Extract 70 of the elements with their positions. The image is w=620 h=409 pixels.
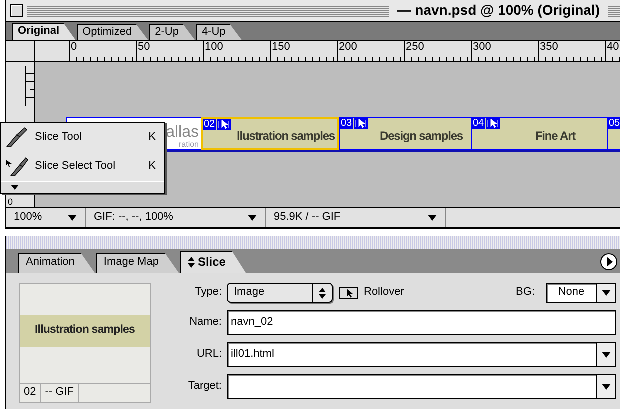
field-label: BG: xyxy=(516,286,536,300)
field-label: Target: xyxy=(187,380,223,394)
shortcut-label: K xyxy=(148,160,156,174)
ruler-label: 0 xyxy=(7,198,14,207)
target-field[interactable] xyxy=(227,374,616,399)
slice-number: 04 xyxy=(472,118,486,129)
window-title: — navn.psd @ 100% (Original) xyxy=(396,2,601,19)
rollover-icon xyxy=(486,118,500,129)
slice[interactable]: Design samples 03 xyxy=(339,117,471,150)
ruler-label: 50 xyxy=(138,41,150,53)
dropdown-arrow-icon xyxy=(428,214,437,220)
expand-arrow-icon[interactable] xyxy=(11,185,19,190)
dropdown-arrow-icon xyxy=(602,352,610,358)
slice[interactable]: 05 xyxy=(607,117,620,150)
rollover-icon xyxy=(339,287,358,299)
logo-text: allas xyxy=(166,125,199,141)
ruler-label: 100 xyxy=(205,41,224,53)
ruler-label: 0 xyxy=(71,41,78,53)
bg-select[interactable]: None xyxy=(546,283,616,303)
ruler-label: 200 xyxy=(339,41,358,53)
title-bar-stripes[interactable] xyxy=(608,4,620,16)
panel-tab[interactable]: Image Map xyxy=(96,253,179,273)
size-menu[interactable]: 95.9K / -- GIF xyxy=(266,208,446,227)
panel-tab[interactable]: Slice xyxy=(180,251,246,273)
slice-number: 02 xyxy=(203,119,216,130)
panel-menu-icon[interactable] xyxy=(600,253,618,271)
field-label: Name: xyxy=(188,316,223,330)
knife-icon xyxy=(5,126,29,148)
logo-tagline: ration xyxy=(178,141,199,149)
knife-arrow-icon xyxy=(5,156,29,178)
slice-label: Design samples xyxy=(380,128,463,144)
close-box[interactable] xyxy=(10,4,23,17)
up-down-icon xyxy=(188,256,195,268)
panel-tab[interactable]: Animation xyxy=(18,253,95,273)
slice-format: -- GIF xyxy=(41,384,79,402)
view-tab[interactable]: 2-Up xyxy=(149,24,195,40)
dropdown-arrow-icon xyxy=(602,290,610,296)
slice-label: Fine Art xyxy=(535,128,576,144)
url-field[interactable]: ill01.html xyxy=(227,342,616,367)
format-menu[interactable]: GIF: --, --, 100% xyxy=(86,208,266,227)
rollover-icon xyxy=(354,118,368,129)
dropdown-arrow-icon xyxy=(248,214,257,220)
zoom-menu[interactable]: 100% xyxy=(6,208,86,227)
ruler-label: 350 xyxy=(540,41,558,53)
slice-number: 02 xyxy=(20,384,42,402)
view-tab[interactable]: Optimized xyxy=(76,24,148,40)
type-select[interactable]: Image xyxy=(227,283,333,303)
field-label: Type: xyxy=(194,286,223,300)
dropdown-arrow-icon xyxy=(602,384,610,390)
menu-item[interactable]: Slice Tool K xyxy=(1,123,164,152)
slice[interactable]: Fine Art 04 xyxy=(471,117,607,150)
ruler-label: 40 xyxy=(607,41,620,53)
slice[interactable]: llustration samples 02 xyxy=(201,117,339,150)
shortcut-label: K xyxy=(148,130,156,144)
ruler-label: 250 xyxy=(406,41,424,53)
name-field[interactable]: navn_02 xyxy=(227,310,616,335)
ruler-label: 150 xyxy=(272,41,290,53)
menu-item[interactable]: Slice Select Tool K xyxy=(1,152,164,181)
field-label: URL: xyxy=(196,348,223,362)
view-tab[interactable]: 4-Up xyxy=(196,24,242,40)
preview-label: Illustration samples xyxy=(20,315,150,347)
ruler-label: 300 xyxy=(473,41,492,53)
dropdown-arrow-icon xyxy=(68,214,77,220)
slice-label: llustration samples xyxy=(237,128,335,144)
slice-number: 05 xyxy=(608,118,620,129)
rollover-label: Rollover xyxy=(364,286,404,300)
slice-number: 03 xyxy=(340,118,354,129)
view-tab[interactable]: Original xyxy=(12,23,76,40)
up-down-icon xyxy=(319,288,326,298)
rollover-icon xyxy=(217,119,232,130)
